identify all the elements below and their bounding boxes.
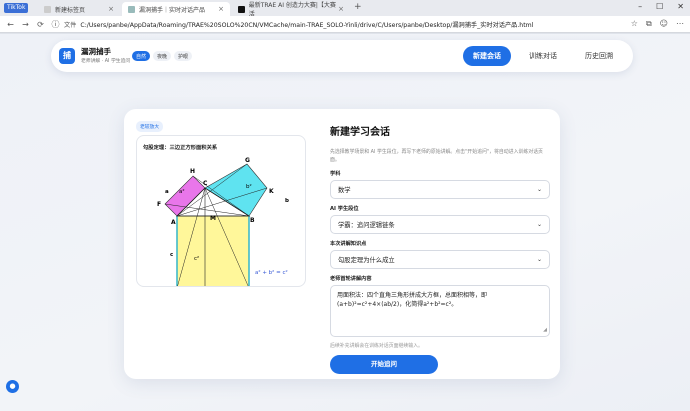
label-b2: b² [246,183,252,190]
app-header: 捕 漏洞捕手 老师讲解 · AI 学生追问 自然 夜晚 护眼 新建会话 训练对话… [51,40,633,72]
menu-icon[interactable]: ⋯ [676,19,684,29]
mode-eyecare[interactable]: 护眼 [174,51,193,61]
page-icon [128,5,135,13]
form-description: 先选择教学场景和 AI 学生段位，再写下老师的原始讲解。点击"开始追问"，将自动… [330,149,543,163]
close-window-icon[interactable]: ✕ [677,2,684,11]
content-label: 老师首轮讲解内容 [330,276,372,282]
mode-night[interactable]: 夜晚 [153,51,172,61]
assistant-float-icon[interactable]: ● [6,380,19,393]
forward-icon[interactable]: → [21,20,30,29]
new-tab-icon[interactable]: + [354,2,362,12]
topic-label: 本次讲解知识点 [330,241,367,247]
content-textarea[interactable]: 用面积法：四个直角三角形拼成大方框，总面积相等，即(a+b)²=c²+4×(ab… [330,285,550,337]
label-H: H [190,168,195,175]
label-G: G [245,157,250,164]
label-a: a [165,189,169,195]
brand-name: 漏洞捕手 [81,47,111,56]
trae-icon [238,5,245,13]
start-button[interactable]: 开始追问 [330,355,438,374]
figure-title: 勾股定理：三边正方形面积关系 [143,145,218,151]
label-A: A [171,219,176,226]
subject-value: 数学 [338,187,351,194]
tiktok-badge[interactable]: TikTok [4,3,29,13]
chevron-down-icon: ⌄ [536,256,542,263]
form-title: 新建学习会话 [330,127,390,138]
close-icon[interactable]: × [108,5,114,13]
history-button[interactable]: 历史回溯 [575,46,623,66]
resize-handle-icon[interactable]: ◢ [543,326,547,335]
mode-natural[interactable]: 自然 [132,51,151,61]
subject-select[interactable]: 数学 ⌄ [330,180,550,199]
label-c2: c² [194,255,199,262]
chevron-down-icon: ⌄ [536,221,542,228]
label-b: b [285,198,289,204]
level-select[interactable]: 学霸：追问逻辑链条 ⌄ [330,215,550,234]
back-icon[interactable]: ← [6,20,15,29]
url-text[interactable]: C:/Users/panbe/AppData/Roaming/TRAE%20SO… [80,20,533,29]
info-icon: ⓘ [51,19,60,29]
c-square [176,215,250,286]
topic-value: 勾股定理为什么成立 [338,257,395,264]
label-M: M [210,215,216,222]
star-icon[interactable]: ☆ [631,19,638,29]
tab-title: 漏洞捕手｜实时对话产品 [139,6,206,14]
topic-input[interactable]: 勾股定理为什么成立 ⌄ [330,250,550,269]
chevron-down-icon: ⌄ [536,186,542,193]
label-B: B [250,217,255,224]
extensions-icon[interactable]: ⧉ [646,19,652,29]
label-c: c [170,252,173,258]
url-scheme-label: 文件 [64,21,77,29]
content-value: 用面积法：四个直角三角形拼成大方框，总面积相等，即(a+b)²=c²+4×(ab… [337,292,488,308]
zoom-chip[interactable]: 老较放大 [136,121,164,132]
label-K: K [269,188,274,195]
address-bar: ← → ⟳ ⓘ 文件 C:/Users/panbe/AppData/Roamin… [0,16,690,33]
close-icon[interactable]: × [218,5,224,13]
page-icon [44,5,51,13]
toolbar-icons: ☆ ⧉ ☺ ⋯ [631,19,684,29]
training-dialog-button[interactable]: 训练对话 [519,46,567,66]
formula: a² + b² = c² [255,269,288,276]
profile-icon[interactable]: ☺ [660,19,668,29]
browser-tab-new[interactable]: 新建标签页 × [38,2,120,16]
close-icon[interactable]: × [338,5,344,13]
session-form: 新建学习会话 先选择教学场景和 AI 学生段位，再写下老师的原始讲解。点击"开始… [330,121,550,374]
level-value: 学霸：追问逻辑链条 [338,222,395,229]
theme-modes: 自然 夜晚 护眼 [132,51,193,61]
page: 捕 漏洞捕手 老师讲解 · AI 学生追问 自然 夜晚 护眼 新建会话 训练对话… [0,34,690,411]
url-box[interactable]: ⓘ 文件 C:/Users/panbe/AppData/Roaming/TRAE… [51,19,625,30]
minimize-icon[interactable]: – [638,2,642,11]
reload-icon[interactable]: ⟳ [36,20,45,29]
window-controls: – ☐ ✕ [638,2,684,11]
maximize-icon[interactable]: ☐ [656,2,663,11]
browser-tab-strip: TikTok 新建标签页 × 漏洞捕手｜实时对话产品 × 最新TRAE AI 创… [0,0,690,18]
main-nav: 新建会话 训练对话 历史回溯 [463,46,623,66]
session-card: 老较放大 H C G F A M B K a² b² c² a b c a² +… [124,109,560,379]
label-C: C [203,180,208,187]
form-hint: 后续补充讲解会在训练对话页面继续输入。 [330,343,423,349]
tab-title: 新建标签页 [55,6,86,14]
browser-tab-trae[interactable]: 最新TRAE AI 创造力大赛|【大赛活 × [232,2,350,18]
label-F: F [157,201,161,208]
pythagoras-figure: H C G F A M B K a² b² c² a b c a² + b² =… [157,157,289,286]
new-session-button[interactable]: 新建会话 [463,46,511,66]
subject-label: 学科 [330,171,341,177]
level-label: AI 学生段位 [330,206,359,212]
browser-tab-active[interactable]: 漏洞捕手｜实时对话产品 × [122,2,230,16]
label-a2: a² [179,188,185,195]
brand-subtitle: 老师讲解 · AI 学生追问 [81,59,131,64]
figure-box: H C G F A M B K a² b² c² a b c a² + b² =… [136,135,306,287]
logo: 捕 [59,48,75,64]
